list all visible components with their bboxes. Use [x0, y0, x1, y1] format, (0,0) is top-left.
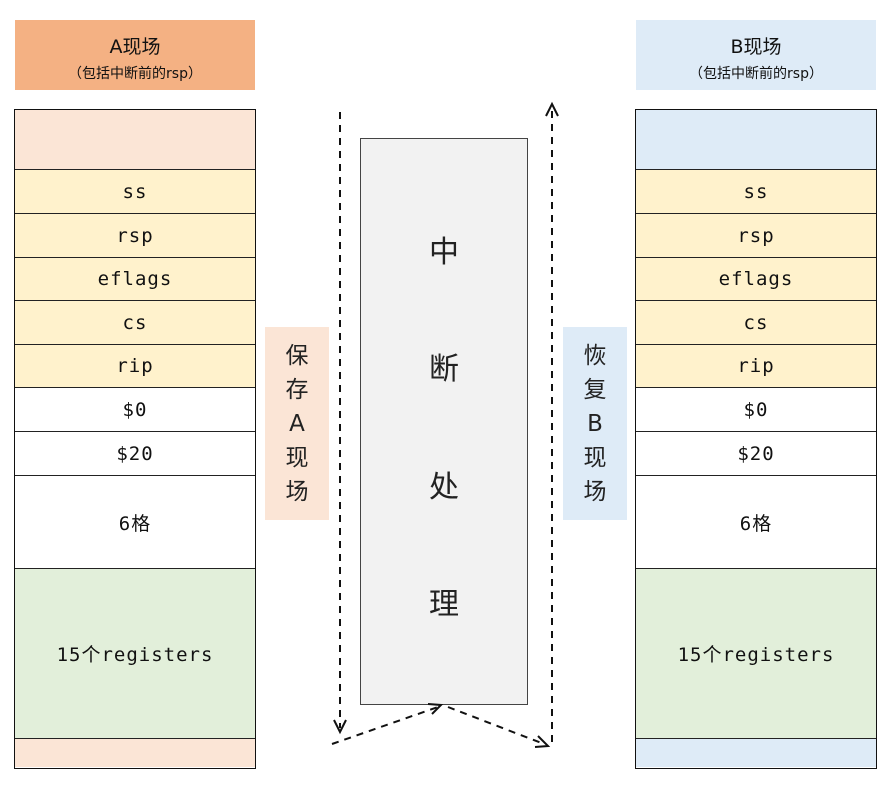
flow-arrows: [331, 101, 559, 748]
diagonal-down-arrow-line: [447, 706, 545, 745]
diagonal-up-arrow-line: [331, 706, 439, 745]
